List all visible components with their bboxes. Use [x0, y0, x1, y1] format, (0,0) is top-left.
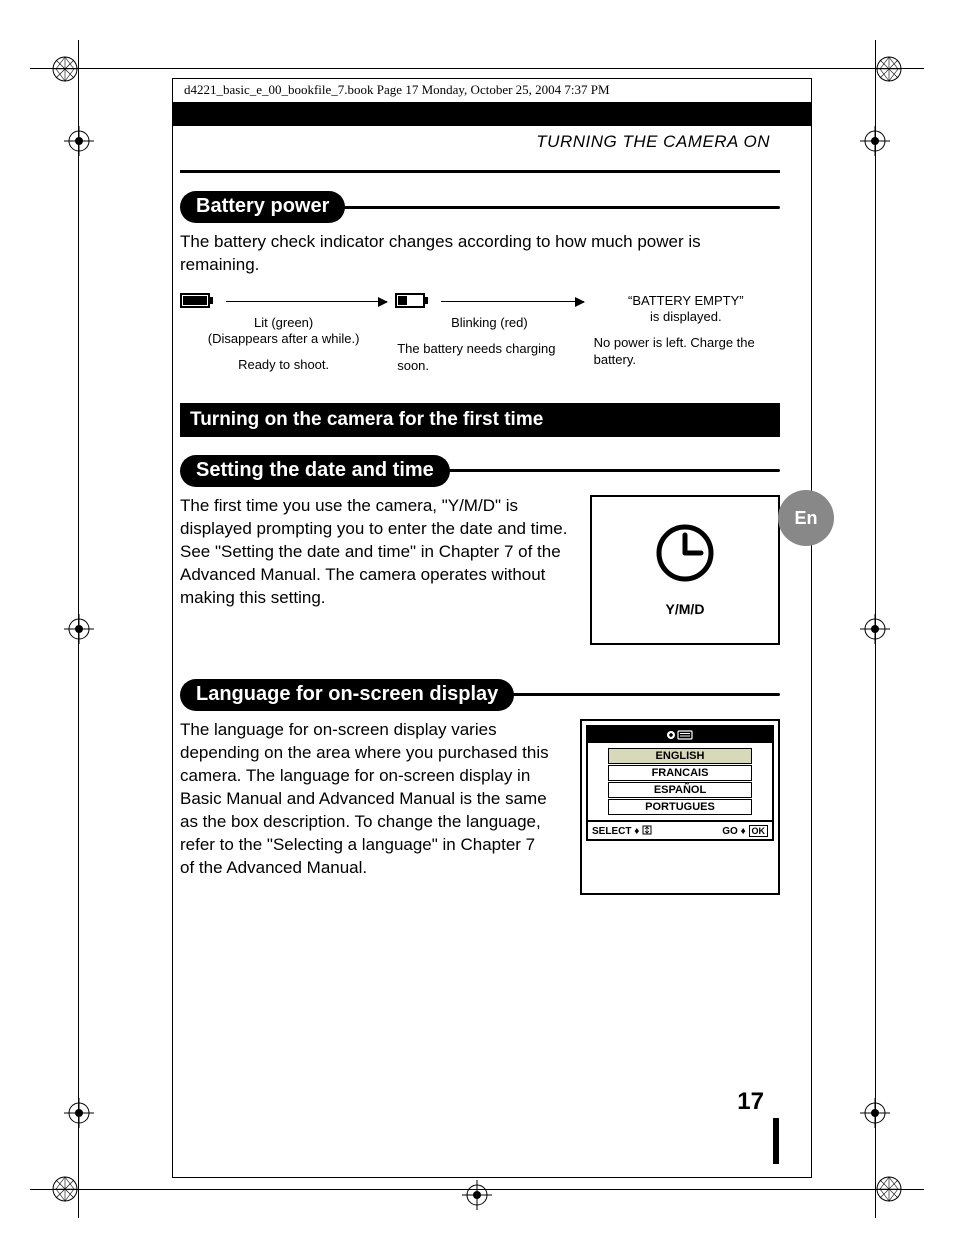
- ymd-label: Y/M/D: [666, 601, 705, 617]
- crop-line: [30, 1189, 924, 1190]
- divider: [180, 170, 780, 173]
- battery-states-row: Lit (green) (Disappears after a while.) …: [180, 293, 780, 375]
- section-title: Setting the date and time: [180, 455, 450, 487]
- battery-status-label: “BATTERY EMPTY” is displayed.: [592, 293, 780, 326]
- clock-icon: [655, 523, 715, 583]
- heading-rule: [339, 206, 780, 209]
- language-tab-en: En: [778, 490, 834, 546]
- battery-intro: The battery check indicator changes acco…: [180, 231, 780, 277]
- arrow-icon: [441, 301, 583, 302]
- datetime-row: The first time you use the camera, "Y/M/…: [180, 495, 780, 645]
- crop-line: [875, 40, 876, 1218]
- select-hint: SELECT ♦: [592, 825, 652, 837]
- clock-display: Y/M/D: [590, 495, 780, 645]
- battery-desc: No power is left. Charge the battery.: [592, 335, 780, 369]
- header-bar: [172, 102, 812, 126]
- language-menu-display: ENGLISH FRANCAIS ESPAÑOL PORTUGUES SELEC…: [580, 719, 780, 896]
- section-title: Battery power: [180, 191, 345, 223]
- battery-state-low: Blinking (red) The battery needs chargin…: [395, 293, 583, 375]
- page-number: 17: [737, 1088, 764, 1116]
- section-heading-datetime: Setting the date and time: [180, 455, 780, 487]
- battery-desc: Ready to shoot.: [180, 357, 387, 374]
- language-option-portugues: PORTUGUES: [608, 799, 752, 815]
- crop-mark-icon: [874, 54, 904, 84]
- arrow-icon: [226, 301, 387, 302]
- section-heading-language: Language for on-screen display: [180, 679, 780, 711]
- battery-state-full: Lit (green) (Disappears after a while.) …: [180, 293, 387, 375]
- target-icon: [64, 1098, 94, 1128]
- battery-desc: The battery needs charging soon.: [395, 341, 583, 375]
- battery-low-icon: [395, 293, 429, 311]
- language-row: The language for on-screen display varie…: [180, 719, 780, 896]
- section-title: Language for on-screen display: [180, 679, 514, 711]
- section-heading-battery: Battery power: [180, 191, 780, 223]
- battery-status-label: Blinking (red): [395, 315, 583, 331]
- target-icon: [64, 614, 94, 644]
- go-hint: GO ♦ OK: [722, 825, 768, 837]
- language-body: The language for on-screen display varie…: [180, 719, 552, 880]
- language-menu-icon: [588, 727, 772, 743]
- page-number-mark: [773, 1118, 779, 1164]
- heading-rule: [508, 693, 780, 696]
- language-menu-footer: SELECT ♦ GO ♦ OK: [588, 820, 772, 839]
- language-option-espanol: ESPAÑOL: [608, 782, 752, 798]
- crop-line: [30, 68, 924, 69]
- crop-line: [78, 40, 79, 1218]
- subsection-bar-first-time: Turning on the camera for the first time: [180, 403, 780, 437]
- battery-state-empty: “BATTERY EMPTY” is displayed. No power i…: [592, 293, 780, 375]
- target-icon: [64, 126, 94, 156]
- book-file-header: d4221_basic_e_00_bookfile_7.book Page 17…: [180, 80, 780, 102]
- running-head: TURNING THE CAMERA ON: [180, 132, 780, 152]
- battery-full-icon: [180, 293, 214, 311]
- language-option-english: ENGLISH: [608, 748, 752, 764]
- heading-rule: [444, 469, 780, 472]
- crop-mark-icon: [50, 54, 80, 84]
- language-option-francais: FRANCAIS: [608, 765, 752, 781]
- battery-status-label: Lit (green) (Disappears after a while.): [180, 315, 387, 348]
- datetime-body: The first time you use the camera, "Y/M/…: [180, 495, 570, 629]
- target-icon: [462, 1180, 492, 1210]
- page-content: d4221_basic_e_00_bookfile_7.book Page 17…: [180, 80, 780, 929]
